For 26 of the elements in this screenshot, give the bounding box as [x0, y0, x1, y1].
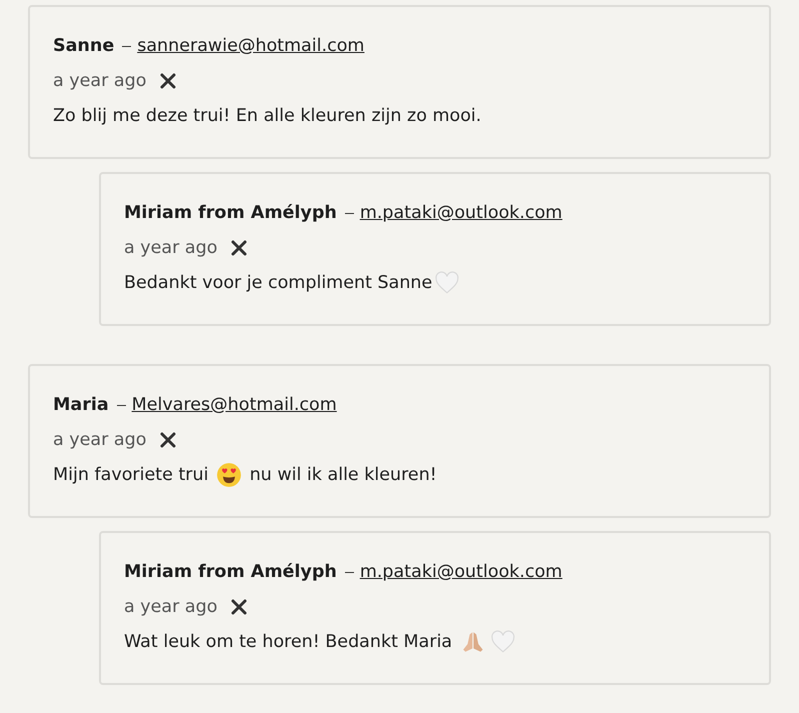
author-name: Maria: [53, 394, 109, 417]
dash-icon: [344, 212, 354, 214]
comment-text: Bedankt voor je compliment Sanne: [124, 272, 432, 295]
author-name: Sanne: [53, 35, 114, 58]
heart-icon: [434, 270, 460, 296]
email-link[interactable]: sannerawie@hotmail.com: [137, 33, 364, 59]
smiley-icon: [216, 462, 242, 488]
close-icon[interactable]: [231, 240, 248, 256]
comment-text: Mijn favoriete trui: [53, 464, 210, 487]
timestamp: a year ago: [53, 70, 146, 93]
timestamp: a year ago: [53, 429, 146, 452]
close-icon[interactable]: [231, 599, 248, 615]
comment-text: Wat leuk om te horen! Bedankt Maria: [124, 631, 454, 654]
author-name: Miriam from Amélyph: [124, 202, 337, 225]
email-link[interactable]: Melvares@hotmail.com: [132, 392, 337, 418]
email-link[interactable]: m.pataki@outlook.com: [360, 559, 562, 585]
close-icon[interactable]: [160, 73, 176, 89]
email-link[interactable]: m.pataki@outlook.com: [360, 200, 562, 226]
close-icon[interactable]: [160, 432, 176, 448]
dash-icon: [116, 404, 126, 406]
timestamp: a year ago: [124, 596, 218, 619]
author-name: Miriam from Amélyph: [124, 561, 337, 584]
heart-icon: [490, 629, 516, 655]
comment-text: nu wil ik alle kleuren!: [248, 464, 437, 487]
comment-text: Zo blij me deze trui! En alle kleuren zijn zo mooi.: [53, 105, 482, 128]
timestamp: a year ago: [124, 237, 218, 260]
